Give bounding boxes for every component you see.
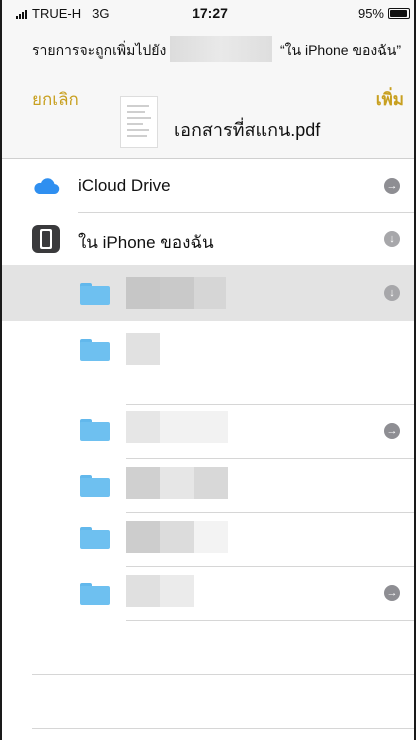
folder-icon bbox=[80, 583, 110, 605]
cancel-button[interactable]: ยกเลิก bbox=[32, 86, 79, 113]
folder-row-selected[interactable]: ↓ bbox=[2, 265, 414, 321]
destination-suffix: “ใน iPhone ของฉัน” bbox=[280, 42, 402, 58]
blurred-filename bbox=[170, 36, 272, 62]
blurred-folder-name bbox=[126, 411, 228, 443]
status-bar: TRUE-H 3G 17:27 95% bbox=[2, 0, 414, 28]
folder-row[interactable]: → bbox=[2, 567, 414, 619]
divider bbox=[32, 674, 414, 675]
destination-prefix: รายการจะถูกเพิ่มไปยัง bbox=[32, 42, 167, 58]
iphone-icon bbox=[32, 225, 60, 253]
divider bbox=[32, 728, 414, 729]
destination-info: รายการจะถูกเพิ่มไปยัง “ใน iPhone ของฉัน” bbox=[2, 34, 414, 64]
arrow-right-circle-icon[interactable]: → bbox=[384, 585, 400, 601]
divider bbox=[2, 158, 414, 159]
folder-icon bbox=[80, 339, 110, 361]
folder-row[interactable] bbox=[2, 459, 414, 511]
blurred-folder-name bbox=[126, 277, 226, 309]
cloud-icon bbox=[34, 178, 60, 195]
clock: 17:27 bbox=[192, 5, 228, 21]
screen: TRUE-H 3G 17:27 95% รายการจะถูกเพิ่มไปยั… bbox=[0, 0, 416, 740]
folder-row[interactable]: → bbox=[2, 405, 414, 457]
battery-icon bbox=[388, 8, 410, 19]
location-on-my-iphone[interactable]: ใน iPhone ของฉัน ↓ bbox=[2, 213, 414, 265]
location-icloud-drive[interactable]: iCloud Drive → bbox=[2, 160, 414, 212]
blurred-folder-name bbox=[126, 467, 228, 499]
folder-row[interactable] bbox=[2, 321, 414, 377]
folder-row[interactable] bbox=[2, 513, 414, 565]
arrow-right-circle-icon[interactable]: → bbox=[384, 423, 400, 439]
divider bbox=[126, 620, 414, 621]
folder-icon bbox=[80, 419, 110, 441]
location-label: ใน iPhone ของฉัน bbox=[78, 233, 214, 252]
blurred-folder-name bbox=[126, 521, 228, 553]
blurred-folder-name bbox=[126, 333, 160, 365]
document-thumbnail bbox=[120, 96, 158, 148]
folder-icon bbox=[80, 283, 110, 305]
arrow-down-circle-icon[interactable]: ↓ bbox=[384, 285, 400, 301]
folder-icon bbox=[80, 475, 110, 497]
add-button[interactable]: เพิ่ม bbox=[376, 86, 404, 113]
battery-fill bbox=[390, 10, 408, 17]
location-label: iCloud Drive bbox=[78, 176, 171, 195]
battery-percent: 95% bbox=[357, 6, 384, 21]
blurred-folder-name bbox=[126, 575, 194, 607]
arrow-right-circle-icon[interactable]: → bbox=[384, 178, 400, 194]
folder-icon bbox=[80, 527, 110, 549]
arrow-down-circle-icon[interactable]: ↓ bbox=[384, 231, 400, 247]
document-name: เอกสารที่สแกน.pdf bbox=[174, 120, 321, 140]
